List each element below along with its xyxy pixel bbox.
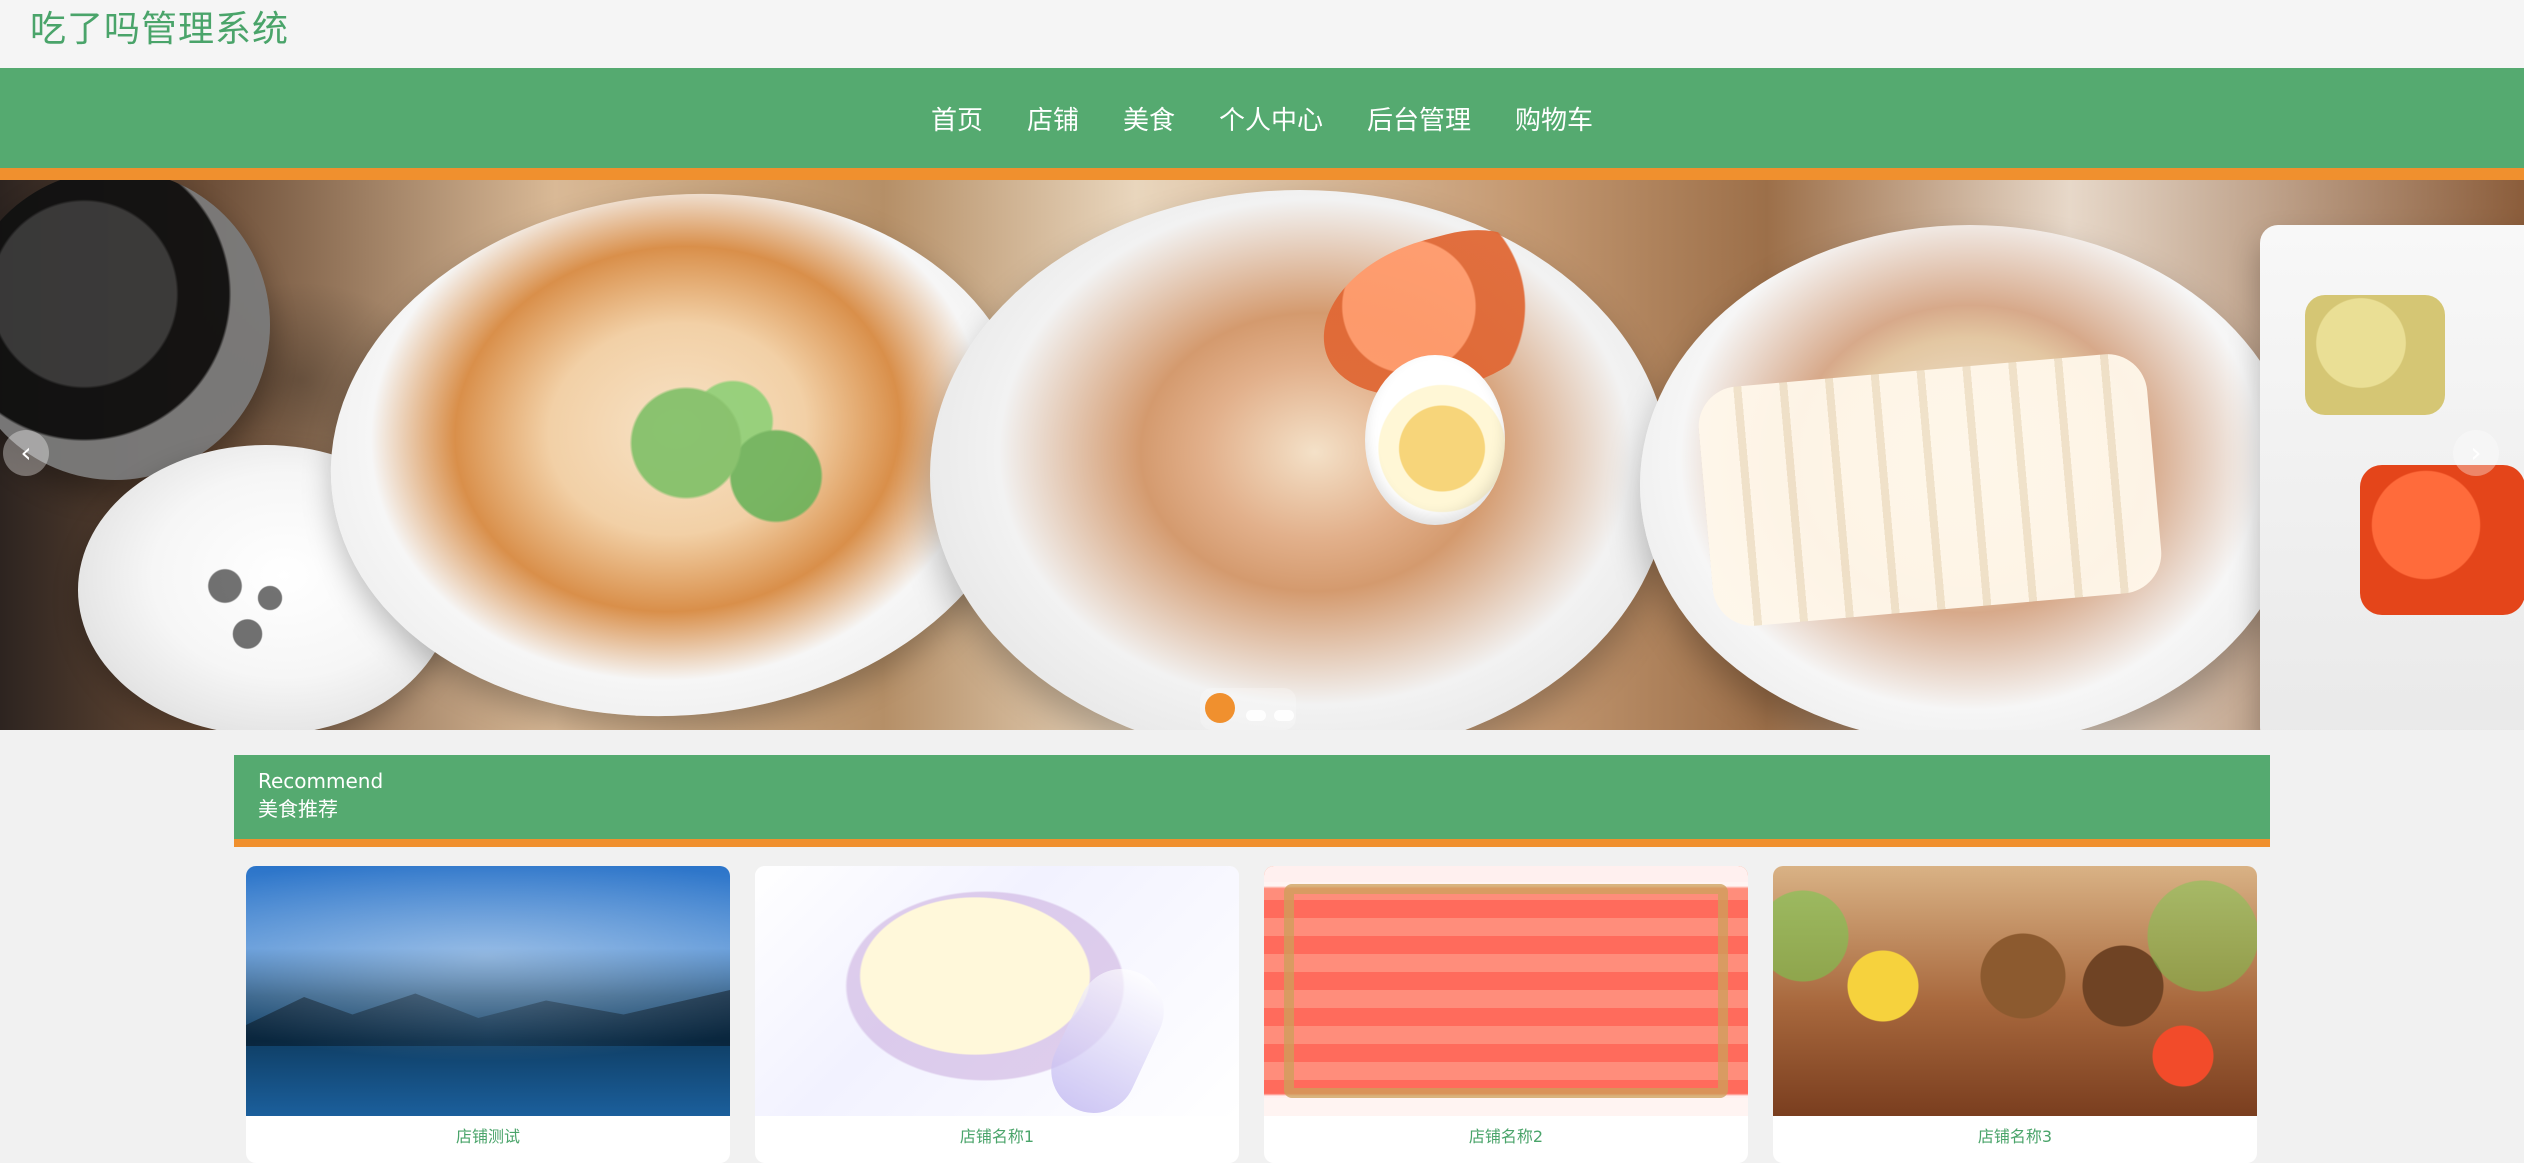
card-image <box>246 866 730 1116</box>
card-image <box>1773 866 2257 1116</box>
recommend-cards: 店铺测试 店铺名称1 店铺名称2 店铺名称3 <box>0 0 2524 1163</box>
recommend-card[interactable]: 店铺测试 <box>246 866 730 1163</box>
page: 吃了吗管理系统 首页 店铺 美食 个人中心 后台管理 购物车 ‹ › Recom… <box>0 0 2524 1163</box>
recommend-card[interactable]: 店铺名称1 <box>755 866 1239 1163</box>
card-label: 店铺名称3 <box>1977 1127 2053 1146</box>
card-label: 店铺测试 <box>455 1127 520 1146</box>
card-image <box>755 866 1239 1116</box>
card-label: 店铺名称1 <box>959 1127 1035 1146</box>
recommend-card[interactable]: 店铺名称3 <box>1773 866 2257 1163</box>
recommend-card[interactable]: 店铺名称2 <box>1264 866 1748 1163</box>
card-label: 店铺名称2 <box>1468 1127 1544 1146</box>
card-image <box>1264 866 1748 1116</box>
